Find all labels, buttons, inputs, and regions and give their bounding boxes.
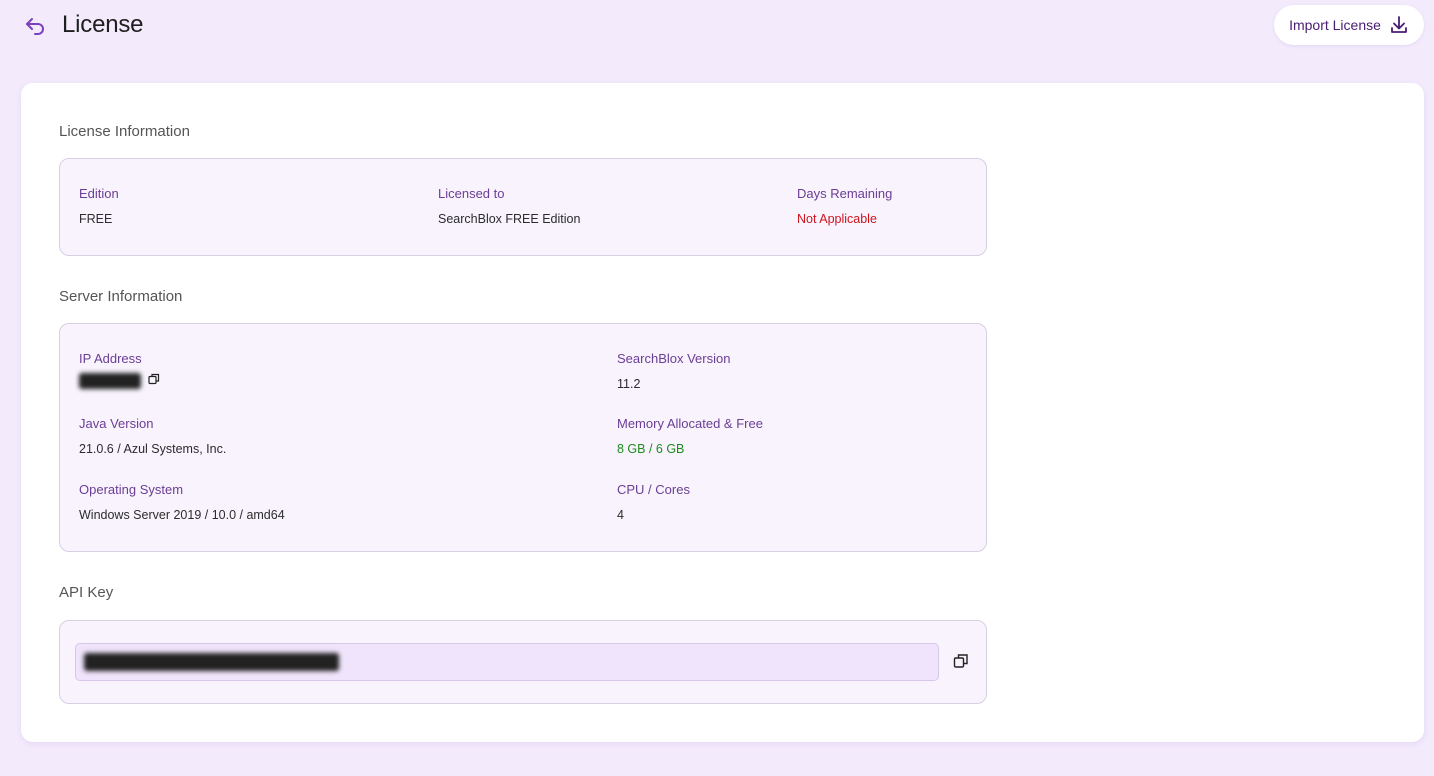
redacted-api-key [84,653,339,671]
operating-system-field: Operating System Windows Server 2019 / 1… [79,482,285,523]
operating-system-value: Windows Server 2019 / 10.0 / amd64 [79,508,285,522]
server-information-title: Server Information [59,288,183,305]
edition-label: Edition [79,186,119,201]
copy-api-key-button[interactable] [953,653,969,674]
page-title: License [62,11,144,38]
back-button[interactable] [22,12,48,38]
searchblox-version-value: 11.2 [617,377,641,391]
copy-ip-button[interactable] [148,373,160,389]
licensed-to-field: Licensed to SearchBlox FREE Edition [438,186,580,227]
import-license-label: Import License [1289,17,1381,33]
java-version-value: 21.0.6 / Azul Systems, Inc. [79,442,227,456]
copy-icon [953,654,968,668]
memory-value: 8 GB / 6 GB [617,442,685,456]
licensed-to-value: SearchBlox FREE Edition [438,212,581,226]
edition-value: FREE [79,212,113,226]
server-information-panel: IP Address SearchBlox Version 11.2 Java … [59,323,987,552]
copy-icon [148,373,160,384]
api-key-panel [59,620,987,704]
api-key-field[interactable] [75,643,939,681]
ip-address-value [79,372,160,389]
import-license-button[interactable]: Import License [1274,5,1424,45]
back-arrow-icon [26,18,44,35]
redacted-ip [79,372,141,389]
ip-address-field: IP Address [79,351,160,389]
cpu-cores-field: CPU / Cores 4 [617,482,690,523]
api-key-title: API Key [59,584,114,601]
license-information-panel: Edition FREE Licensed to SearchBlox FREE… [59,158,987,256]
searchblox-version-field: SearchBlox Version 11.2 [617,351,730,392]
java-version-label: Java Version [79,416,154,431]
cpu-cores-label: CPU / Cores [617,482,690,497]
days-remaining-value: Not Applicable [797,212,877,226]
licensed-to-label: Licensed to [438,186,505,201]
license-card: License Information Edition FREE License… [21,83,1424,742]
memory-field: Memory Allocated & Free 8 GB / 6 GB [617,416,763,457]
days-remaining-label: Days Remaining [797,186,893,201]
download-icon [1391,16,1407,33]
java-version-field: Java Version 21.0.6 / Azul Systems, Inc. [79,416,226,457]
days-remaining-field: Days Remaining Not Applicable [797,186,892,227]
top-bar: License Import License [0,0,1434,60]
license-information-title: License Information [59,123,190,140]
ip-address-label: IP Address [79,351,142,366]
memory-label: Memory Allocated & Free [617,416,763,431]
cpu-cores-value: 4 [617,508,624,522]
searchblox-version-label: SearchBlox Version [617,351,731,366]
edition-field: Edition FREE [79,186,119,227]
operating-system-label: Operating System [79,482,184,497]
